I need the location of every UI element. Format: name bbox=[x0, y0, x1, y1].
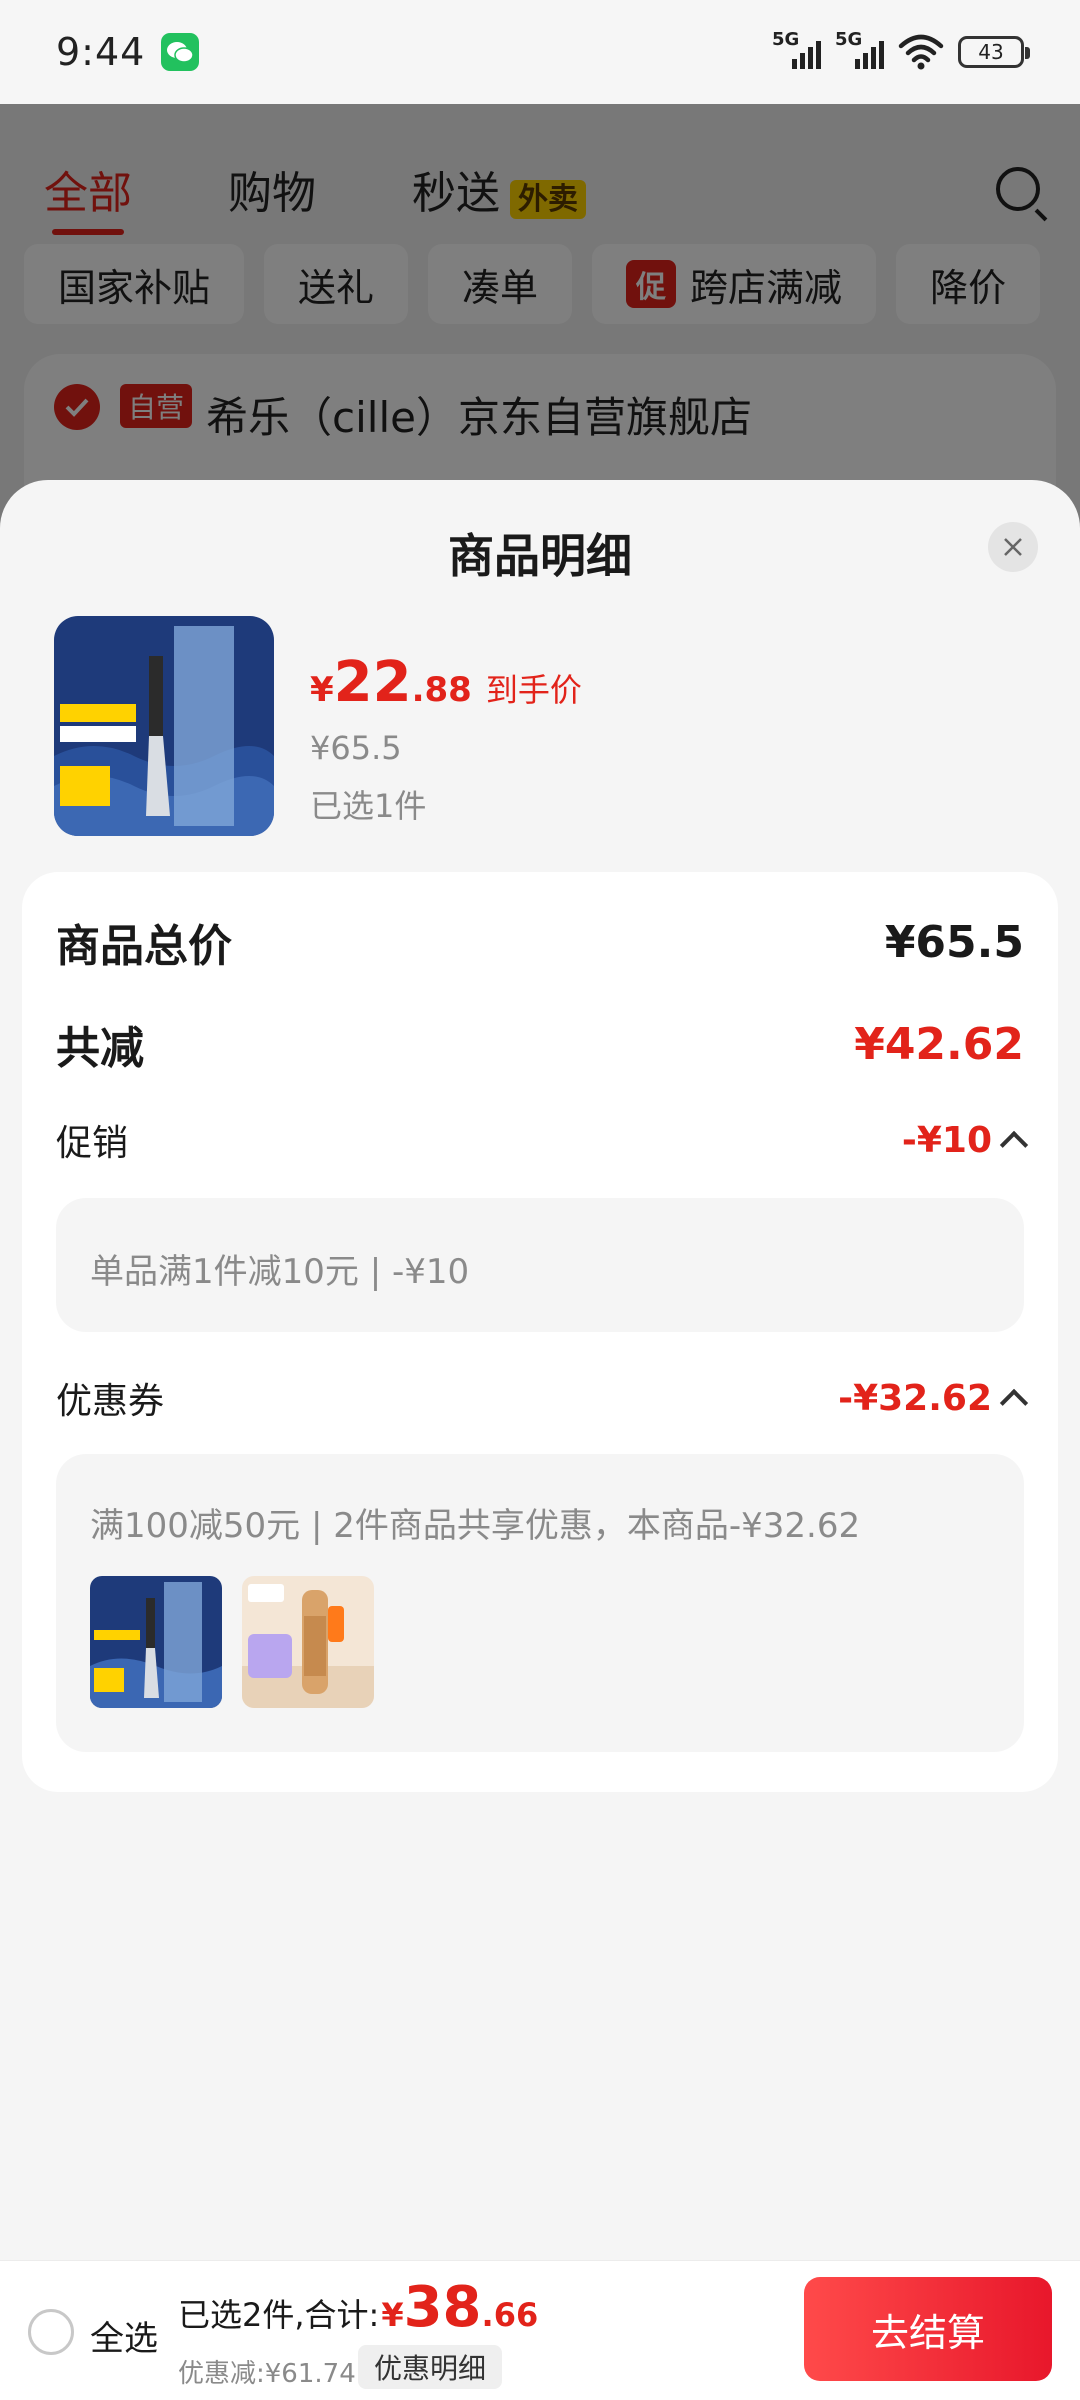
discount-detail-button[interactable]: 优惠明细 bbox=[358, 2345, 503, 2389]
checkout-bar: 全选 已选2件,合计: ¥38.66 优惠减:¥61.74 优惠明细 去结算 bbox=[0, 2260, 1080, 2400]
saved-amount: 优惠减:¥61.74 bbox=[178, 2359, 356, 2389]
sheet-title: 商品明细 bbox=[448, 529, 632, 583]
cart-total: 已选2件,合计: ¥38.66 bbox=[178, 2275, 539, 2340]
promo-detail: 单品满1件减10元 | -¥10 bbox=[90, 1252, 470, 1292]
battery-icon: 43 bbox=[958, 36, 1030, 68]
checkout-button[interactable]: 去结算 bbox=[804, 2277, 1052, 2381]
original-price: ¥65.5 bbox=[310, 729, 402, 767]
total-label: 商品总价 bbox=[56, 921, 232, 972]
promo-row[interactable]: 促销 -¥10 bbox=[56, 1110, 1029, 1170]
product-image bbox=[54, 616, 274, 836]
total-value: ¥65.5 bbox=[884, 916, 1024, 968]
status-bar: 9:44 5G 5G 43 bbox=[0, 0, 1080, 104]
selected-count: 已选1件 bbox=[310, 787, 427, 825]
close-icon bbox=[1004, 538, 1022, 556]
final-price-label: 到手价 bbox=[485, 671, 582, 709]
final-price: ¥22.88 到手价 bbox=[310, 650, 582, 715]
close-button[interactable] bbox=[988, 522, 1038, 572]
price-breakdown-card: 商品总价 ¥65.5 共减 ¥42.62 促销 -¥10 单品满1件减10元 |… bbox=[22, 872, 1058, 1792]
discount-value: ¥42.62 bbox=[854, 1018, 1024, 1070]
status-time: 9:44 bbox=[56, 30, 146, 74]
signal-icon: 5G bbox=[772, 29, 821, 69]
coupon-value: -¥32.62 bbox=[838, 1377, 992, 1419]
discount-label: 共减 bbox=[56, 1023, 144, 1074]
product-thumbnail bbox=[90, 1576, 222, 1708]
coupon-detail-box: 满100减50元 | 2件商品共享优惠，本商品-¥32.62 bbox=[56, 1454, 1024, 1752]
product-price-block: ¥22.88 到手价 ¥65.5 已选1件 bbox=[310, 650, 582, 827]
cart-total-label: 已选2件,合计: bbox=[178, 2296, 380, 2334]
product-thumbnail bbox=[242, 1576, 374, 1708]
coupon-label: 优惠券 bbox=[56, 1381, 165, 1422]
chevron-up-icon[interactable] bbox=[999, 1388, 1029, 1418]
discount-row: 共减 ¥42.62 bbox=[56, 1014, 1024, 1075]
promo-label: 促销 bbox=[56, 1123, 129, 1164]
total-row: 商品总价 ¥65.5 bbox=[56, 912, 1024, 973]
select-all-label[interactable]: 全选 bbox=[90, 2311, 158, 2360]
promo-detail-box: 单品满1件减10元 | -¥10 bbox=[56, 1198, 1024, 1332]
coupon-detail: 满100减50元 | 2件商品共享优惠，本商品-¥32.62 bbox=[90, 1506, 861, 1546]
select-all-checkbox[interactable] bbox=[28, 2309, 74, 2355]
wechat-notification-icon bbox=[161, 33, 200, 71]
signal-icon: 5G bbox=[835, 29, 884, 69]
coupon-row[interactable]: 优惠券 -¥32.62 bbox=[56, 1368, 1029, 1428]
product-detail-sheet: 商品明细 ¥22.88到手价 ¥65.5 已选1件 商品总价 ¥65.5 共减 bbox=[0, 480, 1080, 2400]
promo-value: -¥10 bbox=[901, 1119, 992, 1161]
wifi-icon bbox=[898, 34, 944, 70]
chevron-up-icon[interactable] bbox=[999, 1130, 1029, 1160]
